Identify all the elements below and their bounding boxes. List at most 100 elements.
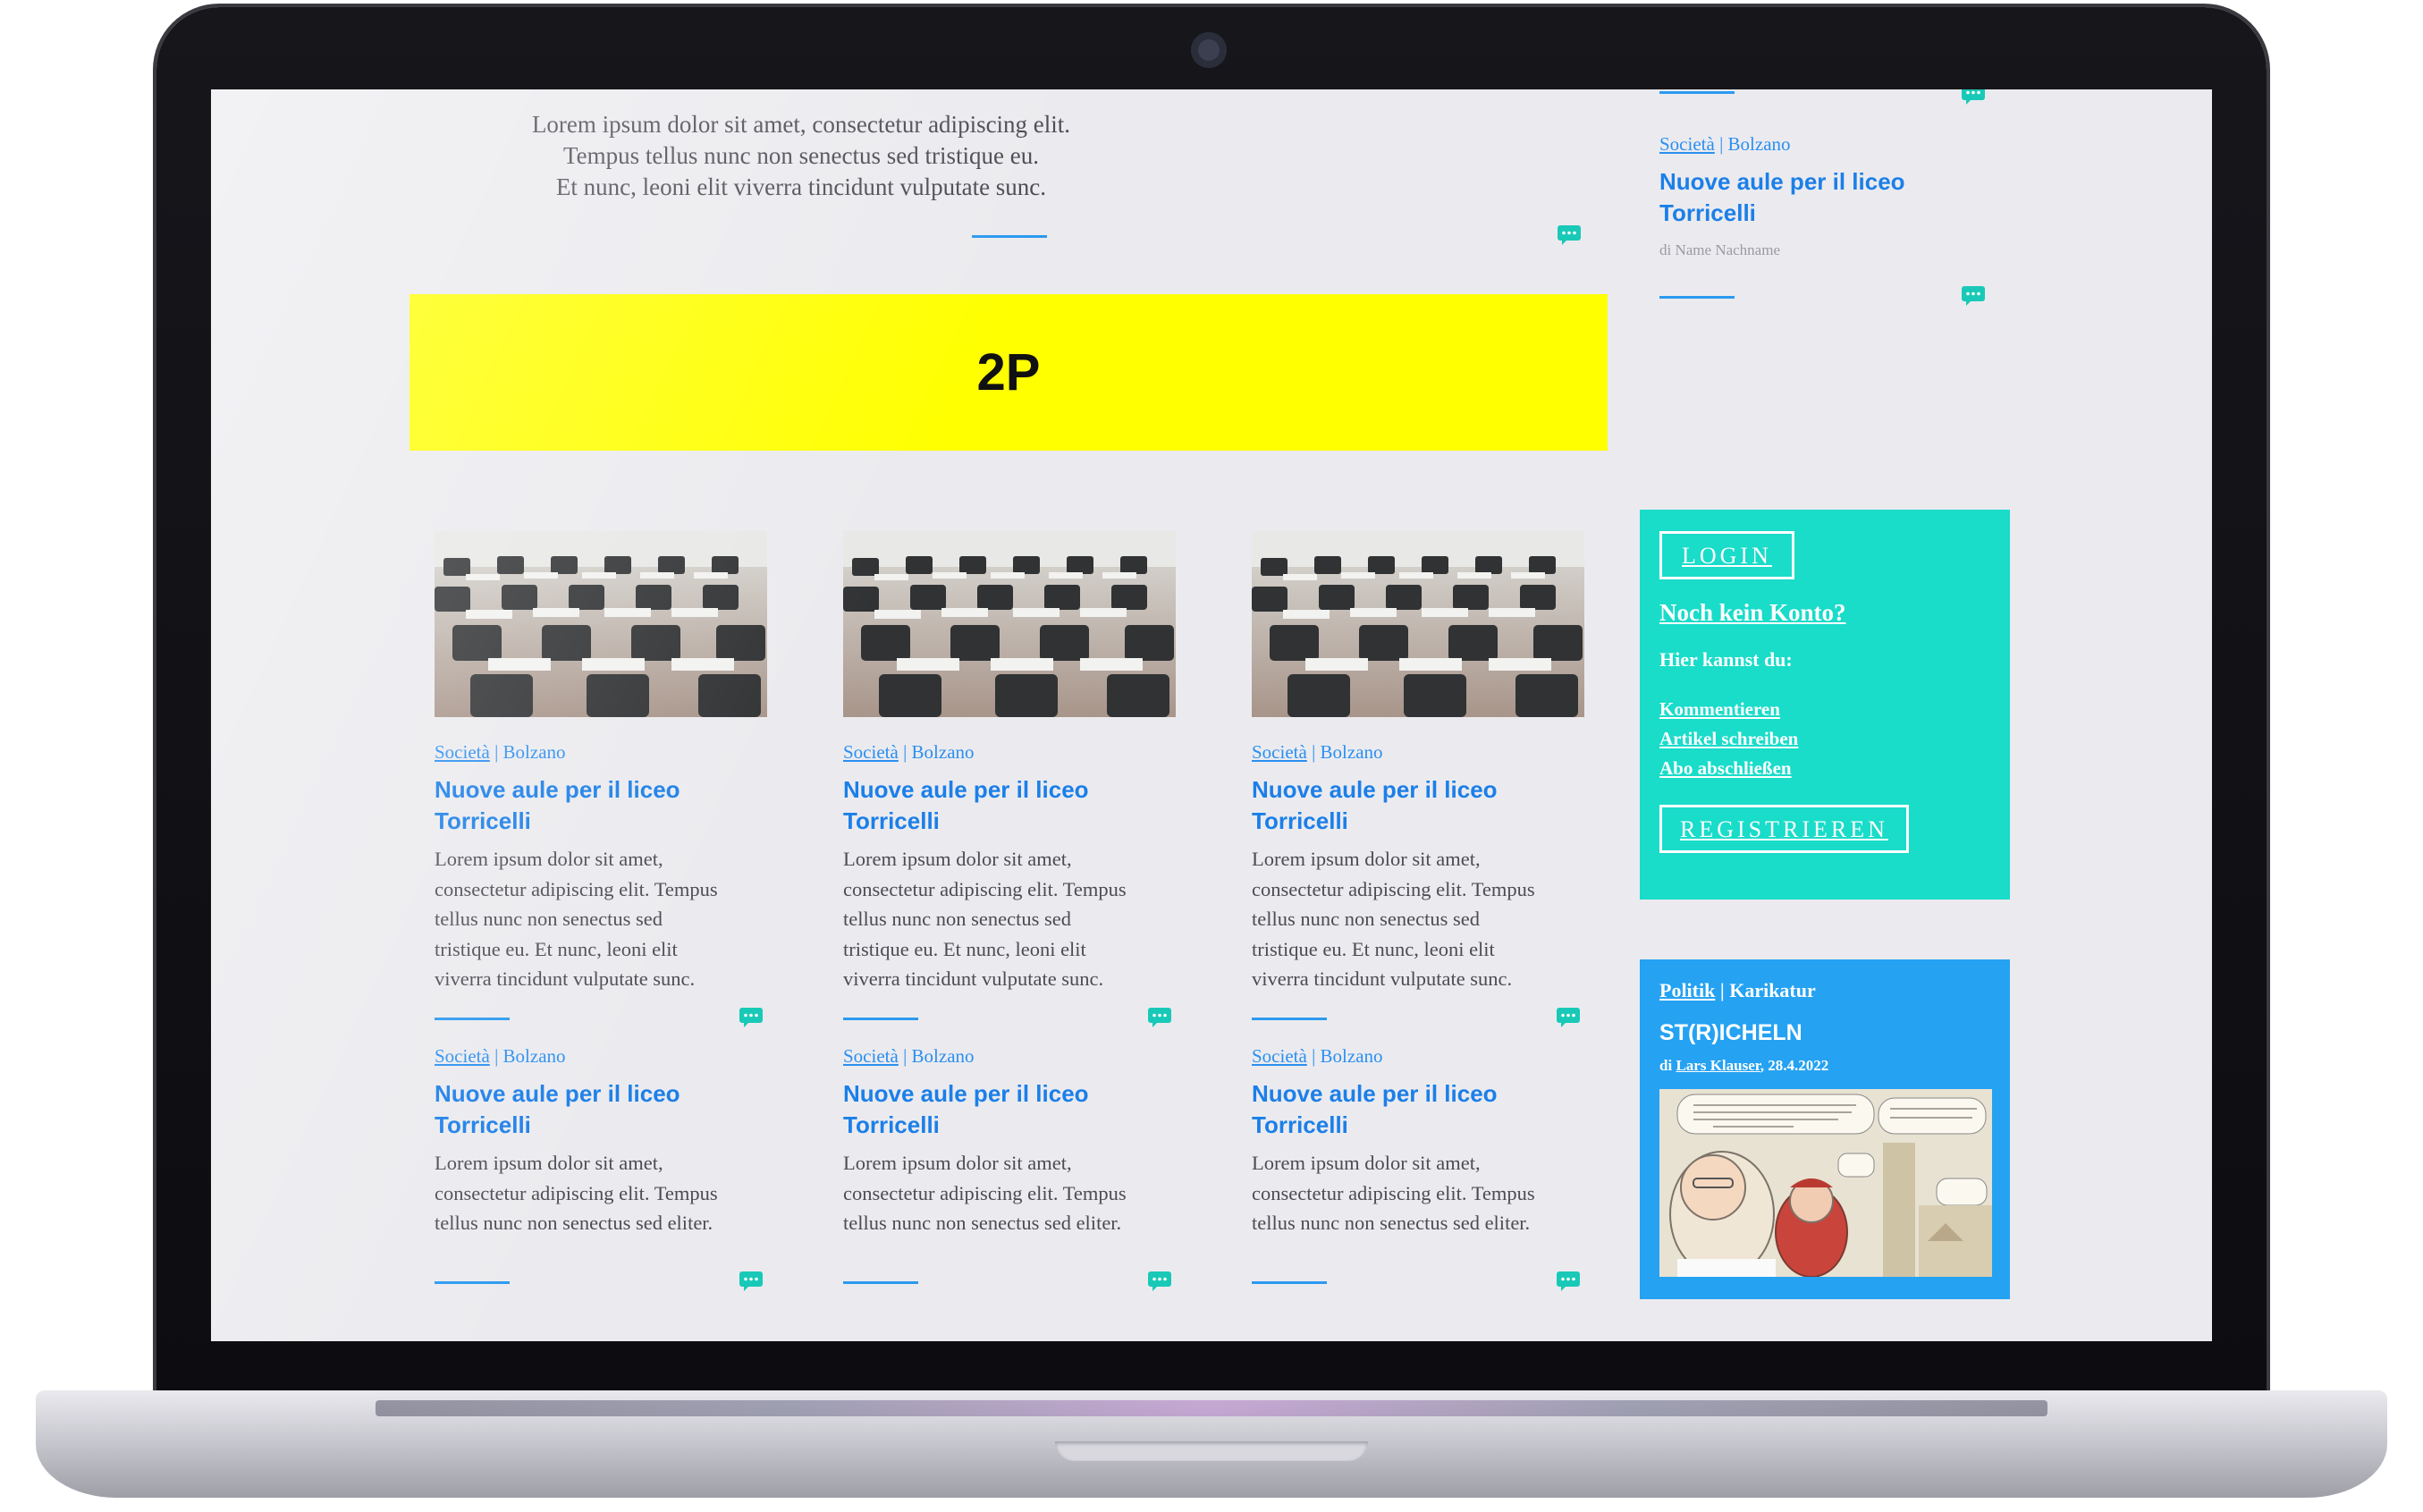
location-label: Bolzano — [1727, 133, 1791, 155]
comment-icon[interactable] — [1961, 285, 1986, 307]
article-teaser: Lorem ipsum dolor sit amet, consectetur … — [435, 844, 767, 994]
headline-line: Nuove aule per il liceo — [843, 776, 1089, 803]
headline-line: Torricelli — [1659, 199, 1756, 226]
teaser-line: Lorem ipsum dolor sit amet, — [843, 1152, 1072, 1174]
teaser-line: tristique eu. Et nunc, leoni elit — [435, 937, 678, 960]
article-headline[interactable]: Nuove aule per il liceo Torricelli — [1252, 1078, 1584, 1141]
login-panel: LOGIN Noch kein Konto? Hier kannst du: K… — [1640, 510, 2010, 900]
teaser-line: Lorem ipsum dolor sit amet, — [1252, 1152, 1481, 1174]
category-link[interactable]: Società — [843, 741, 899, 763]
comment-icon[interactable] — [1557, 224, 1582, 246]
benefit-link[interactable]: Artikel schreiben — [1659, 724, 1990, 754]
article-headline[interactable]: Nuove aule per il liceo Torricelli — [1659, 166, 1981, 229]
teaser-line: consectetur adipiscing elit. Tempus — [435, 1181, 718, 1204]
category-link[interactable]: Società — [1252, 1045, 1307, 1067]
location-label: Bolzano — [502, 741, 566, 763]
article-teaser: Lorem ipsum dolor sit amet, consectetur … — [843, 1148, 1176, 1238]
headline-line: Nuove aule per il liceo — [1252, 1080, 1498, 1107]
register-prompt-link[interactable]: Noch kein Konto? — [1659, 599, 1990, 627]
teaser-line: consectetur adipiscing elit. Tempus — [1252, 1181, 1535, 1204]
headline-line: Torricelli — [435, 1111, 531, 1138]
teaser-line: tellus nunc non senectus sed eliter. — [435, 1212, 713, 1234]
comment-icon[interactable] — [739, 1007, 764, 1028]
article-card[interactable]: Società | Bolzano Nuove aule per il lice… — [1252, 531, 1584, 994]
cartoon-byline: di Lars Klauser, 28.4.2022 — [1659, 1057, 1990, 1075]
article-headline[interactable]: Nuove aule per il liceo Torricelli — [435, 774, 767, 837]
cartoon-image[interactable] — [1659, 1089, 1992, 1277]
meta-separator: | — [898, 741, 912, 763]
ad-banner[interactable]: 2P — [409, 294, 1608, 451]
headline-line: Torricelli — [843, 1111, 940, 1138]
webcam-icon — [1191, 32, 1227, 68]
location-label: Bolzano — [1320, 741, 1383, 763]
article-meta: Società | Bolzano — [1659, 132, 1981, 156]
login-button[interactable]: LOGIN — [1659, 531, 1794, 579]
article-headline[interactable]: Nuove aule per il liceo Torricelli — [843, 1078, 1176, 1141]
article-teaser: Lorem ipsum dolor sit amet, consectetur … — [843, 844, 1176, 994]
comment-icon[interactable] — [1556, 1271, 1581, 1292]
cartoon-title[interactable]: ST(R)ICHELN — [1659, 1020, 1990, 1046]
category-link[interactable]: Società — [1252, 741, 1307, 763]
category-link[interactable]: Società — [435, 1045, 490, 1067]
divider-rule — [435, 1018, 510, 1020]
headline-line: Nuove aule per il liceo — [1659, 168, 1905, 195]
headline-line: Nuove aule per il liceo — [1252, 776, 1498, 803]
cartoon-panel[interactable]: Politik | Karikatur ST(R)ICHELN di Lars … — [1640, 959, 2010, 1299]
teaser-line: Lorem ipsum dolor sit amet, — [435, 848, 663, 870]
teaser-line: tellus nunc non senectus sed eliter. — [843, 1212, 1122, 1234]
article-card[interactable]: Società | Bolzano Nuove aule per il lice… — [435, 531, 767, 994]
benefit-link[interactable]: Kommentieren — [1659, 695, 1990, 724]
benefits-heading: Hier kannst du: — [1659, 648, 1793, 671]
article-headline[interactable]: Nuove aule per il liceo Torricelli — [435, 1078, 767, 1141]
ad-label: 2P — [976, 343, 1041, 401]
comment-icon[interactable] — [1147, 1007, 1172, 1028]
article-card[interactable]: Società | Bolzano Nuove aule per il lice… — [843, 531, 1176, 994]
comment-icon[interactable] — [1147, 1271, 1172, 1292]
benefits-list: Kommentieren Artikel schreiben Abo absch… — [1659, 695, 1990, 783]
intro-line: Lorem ipsum dolor sit amet, consectetur … — [531, 111, 1071, 138]
comment-icon[interactable] — [739, 1271, 764, 1292]
keyboard-edge — [376, 1400, 2047, 1416]
divider-rule — [843, 1018, 918, 1020]
article-card[interactable]: Società | Bolzano Nuove aule per il lice… — [435, 1044, 767, 1238]
article-headline[interactable]: Nuove aule per il liceo Torricelli — [843, 774, 1176, 837]
article-teaser: Lorem ipsum dolor sit amet, consectetur … — [1252, 844, 1584, 994]
classroom-image[interactable] — [435, 531, 767, 717]
comment-icon[interactable] — [1961, 89, 1986, 106]
intro-line: Tempus tellus nunc non senectus sed tris… — [562, 142, 1039, 169]
meta-separator: | — [898, 1045, 912, 1067]
article-headline[interactable]: Nuove aule per il liceo Torricelli — [1252, 774, 1584, 837]
benefit-link[interactable]: Abo abschließen — [1659, 754, 1990, 783]
headline-line: Torricelli — [1252, 1111, 1348, 1138]
location-label: Bolzano — [502, 1045, 566, 1067]
author-link[interactable]: Lars Klauser — [1676, 1057, 1760, 1074]
meta-separator: | — [1306, 741, 1321, 763]
teaser-line: consectetur adipiscing elit. Tempus — [843, 877, 1127, 900]
headline-line: Nuove aule per il liceo — [435, 776, 680, 803]
headline-line: Torricelli — [435, 807, 531, 834]
divider-rule — [1252, 1281, 1327, 1284]
article-intro: Lorem ipsum dolor sit amet, consectetur … — [479, 109, 1123, 203]
meta-separator: | — [1306, 1045, 1321, 1067]
website-screen: Lorem ipsum dolor sit amet, consectetur … — [211, 89, 2212, 1341]
teaser-line: tellus nunc non senectus sed — [843, 908, 1071, 930]
divider-rule — [1659, 296, 1735, 299]
meta-separator: | — [1714, 133, 1728, 155]
register-button[interactable]: REGISTRIEREN — [1659, 805, 1909, 853]
headline-line: Nuove aule per il liceo — [843, 1080, 1089, 1107]
teaser-line: tristique eu. Et nunc, leoni elit — [843, 937, 1086, 960]
classroom-image[interactable] — [1252, 531, 1584, 717]
teaser-line: consectetur adipiscing elit. Tempus — [435, 877, 718, 900]
comment-icon[interactable] — [1556, 1007, 1581, 1028]
category-link[interactable]: Società — [1659, 133, 1715, 155]
classroom-image[interactable] — [843, 531, 1176, 717]
category-link[interactable]: Politik — [1659, 979, 1715, 1001]
article-card[interactable]: Società | Bolzano Nuove aule per il lice… — [1252, 1044, 1584, 1238]
category-link[interactable]: Società — [435, 741, 490, 763]
meta-separator: | — [489, 741, 503, 763]
article-card[interactable]: Società | Bolzano Nuove aule per il lice… — [843, 1044, 1176, 1238]
location-label: Bolzano — [911, 1045, 975, 1067]
divider-rule — [972, 235, 1047, 238]
category-link[interactable]: Società — [843, 1045, 899, 1067]
article-meta: Società | Bolzano — [435, 1044, 767, 1068]
